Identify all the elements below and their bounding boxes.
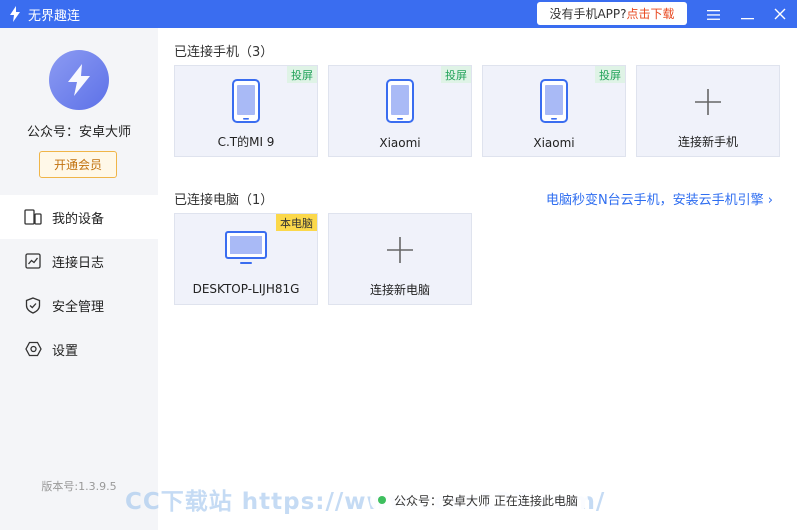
phone-card[interactable]: 投屏 C.T的MI 9 [174,65,318,157]
cast-tag[interactable]: 投屏 [287,66,317,83]
sidebar-item-label: 设置 [52,343,79,359]
download-app-promo[interactable]: 没有手机APP? 点击下载 [537,2,687,25]
shield-icon [24,296,42,314]
close-button[interactable] [763,0,797,28]
open-vip-button[interactable]: 开通会员 [39,151,117,178]
download-link[interactable]: 点击下载 [627,5,675,22]
plus-icon [387,237,413,263]
cast-tag[interactable]: 投屏 [441,66,471,83]
minimize-icon [740,5,754,24]
title-bar: 无界趣连 没有手机APP? 点击下载 [0,0,797,28]
this-pc-tag: 本电脑 [276,214,317,231]
monitor-icon [225,231,267,264]
device-name: Xiaomi [533,136,575,150]
sidebar-item-my-devices[interactable]: 我的设备 [0,195,158,239]
add-phone-card[interactable]: 连接新手机 [636,65,780,157]
connected-phones-title: 已连接手机（3） [174,45,274,60]
status-text: 公众号：安卓大师 正在连接此电脑 [394,493,578,508]
minimize-button[interactable] [730,0,764,28]
sidebar-item-label: 我的设备 [52,211,105,227]
connection-status: 公众号：安卓大师 正在连接此电脑 [370,488,588,512]
phone-icon [386,79,414,123]
gear-icon [24,340,42,358]
online-dot-icon [378,496,386,504]
phone-card[interactable]: 投屏 Xiaomi [482,65,626,157]
version-label: 版本号:1.3.9.5 [41,480,117,493]
sidebar-item-connection-log[interactable]: 连接日志 [0,239,158,283]
sidebar-item-security[interactable]: 安全管理 [0,283,158,327]
phone-icon [232,79,260,123]
sidebar-item-label: 安全管理 [52,299,105,315]
cast-tag[interactable]: 投屏 [595,66,625,83]
add-computer-label: 连接新电脑 [369,283,430,297]
device-name: DESKTOP-LIJH81G [192,282,300,296]
computer-card[interactable]: 本电脑 DESKTOP-LIJH81G [174,213,318,305]
connected-computers-title: 已连接电脑（1） [174,193,274,208]
menu-icon [706,5,720,24]
add-computer-card[interactable]: 连接新电脑 [328,213,472,305]
add-phone-label: 连接新手机 [677,135,738,149]
devices-icon [24,208,42,226]
avatar[interactable] [49,50,109,110]
sidebar-item-settings[interactable]: 设置 [0,327,158,371]
app-title: 无界趣连 [28,8,81,24]
phone-card[interactable]: 投屏 Xiaomi [328,65,472,157]
promo-question: 没有手机APP? [549,7,627,21]
sidebar-nav: 我的设备 连接日志 安全管理 设置 [0,195,158,371]
menu-button[interactable] [696,0,730,28]
sidebar: 公众号：安卓大师 开通会员 我的设备 连接日志 安全管理 设置 版本号:1.3.… [0,28,158,530]
chart-log-icon [24,252,42,270]
device-name: C.T的MI 9 [217,135,275,149]
cloud-phone-engine-link[interactable]: 电脑秒变N台云手机，安装云手机引擎 › [546,189,773,208]
app-logo-icon [8,6,22,22]
plus-icon [695,89,721,115]
main-panel: 已连接手机（3） 投屏 C.T的MI 9 投屏 Xiaomi 投屏 Xiaomi… [158,28,797,530]
close-icon [774,5,786,24]
sidebar-item-label: 连接日志 [52,255,105,271]
phone-icon [540,79,568,123]
account-name: 公众号：安卓大师 [26,125,131,140]
device-name: Xiaomi [379,136,421,150]
